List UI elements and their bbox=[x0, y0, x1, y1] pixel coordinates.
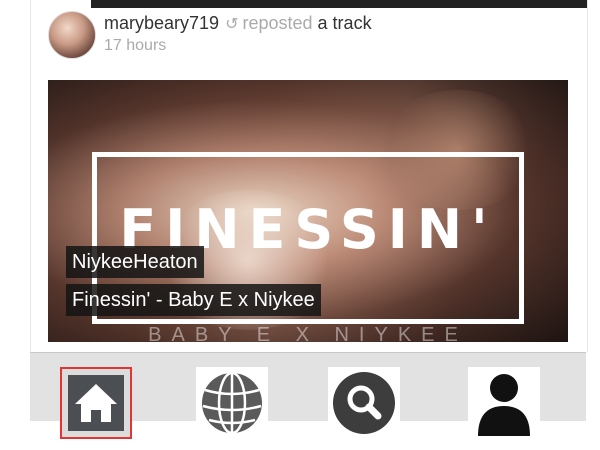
user-icon bbox=[478, 374, 530, 436]
tab-explore[interactable] bbox=[196, 367, 268, 439]
repost-object-label: a track bbox=[317, 13, 372, 33]
tab-home[interactable] bbox=[60, 367, 132, 439]
search-icon bbox=[333, 372, 395, 434]
divider bbox=[91, 0, 587, 8]
avatar[interactable] bbox=[48, 11, 96, 59]
post-timestamp: 17 hours bbox=[104, 37, 167, 54]
username-link[interactable]: marybeary719 bbox=[104, 13, 219, 33]
repost-icon: ↺ bbox=[225, 16, 239, 33]
tab-profile[interactable] bbox=[468, 367, 540, 439]
repost-action-label: reposted bbox=[242, 13, 313, 33]
post-header: marybeary719 ↺ reposted a track bbox=[104, 13, 372, 34]
track-artist-label[interactable]: NiykeeHeaton bbox=[66, 246, 204, 278]
globe-icon bbox=[202, 371, 262, 435]
bottom-tab-bar bbox=[30, 352, 586, 439]
home-icon bbox=[68, 375, 124, 431]
tab-search[interactable] bbox=[328, 367, 400, 439]
artwork-subtitle: BABY E X NIYKEE bbox=[148, 324, 468, 342]
track-title-label[interactable]: Finessin' - Baby E x Niykee bbox=[66, 284, 321, 316]
